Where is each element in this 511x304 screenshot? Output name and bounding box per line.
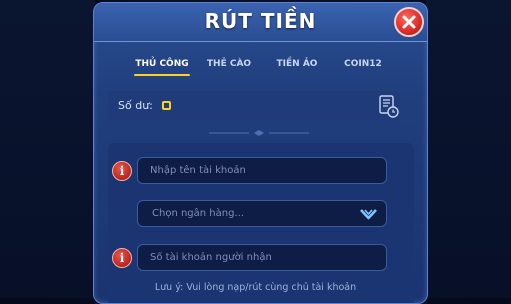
tab-label: COIN12	[344, 59, 382, 69]
dialog-title: RÚT TIỀN	[204, 9, 317, 33]
close-button[interactable]	[394, 7, 424, 37]
bank-select-value: Chọn ngân hàng...	[152, 208, 244, 219]
tab-coin12[interactable]: COIN12	[332, 53, 394, 77]
tab-label: TIỀN ẢO	[276, 59, 318, 69]
background-left	[0, 0, 95, 298]
coin-icon	[162, 101, 171, 110]
note-text: Lưu ý: Vui lòng nạp/rút cùng chủ tài kho…	[154, 282, 357, 293]
withdraw-tabs: THỦ CÔNG THẺ CÀO TIỀN ẢO COIN12	[126, 53, 406, 77]
tab-label: THỦ CÔNG	[135, 59, 189, 69]
withdraw-dialog: RÚT TIỀN THỦ CÔNG THẺ CÀO TIỀN ẢO COIN12…	[93, 2, 428, 304]
active-tab-underline	[134, 74, 190, 76]
withdraw-form: i Chọn ngân hàng... i	[108, 143, 414, 303]
tab-thu-cong[interactable]: THỦ CÔNG	[126, 53, 198, 77]
alert-icon: i	[112, 248, 132, 268]
account-name-input[interactable]	[137, 157, 387, 184]
alert-icon: i	[112, 161, 132, 181]
balance-box: Số dư:	[108, 91, 400, 121]
receiver-account-input[interactable]	[137, 244, 387, 271]
divider-ornament	[209, 130, 309, 136]
bank-select[interactable]: Chọn ngân hàng...	[137, 200, 387, 227]
tab-label: THẺ CÀO	[206, 59, 252, 69]
close-x-icon	[402, 15, 416, 29]
history-document-icon[interactable]	[378, 95, 400, 119]
tab-tien-ao[interactable]: TIỀN ẢO	[266, 53, 328, 77]
tab-the-cao[interactable]: THẺ CÀO	[198, 53, 260, 77]
dialog-header: RÚT TIỀN	[94, 3, 427, 42]
chevron-down-icon	[360, 209, 377, 220]
background-right	[426, 0, 511, 298]
balance-label: Số dư:	[118, 99, 153, 112]
